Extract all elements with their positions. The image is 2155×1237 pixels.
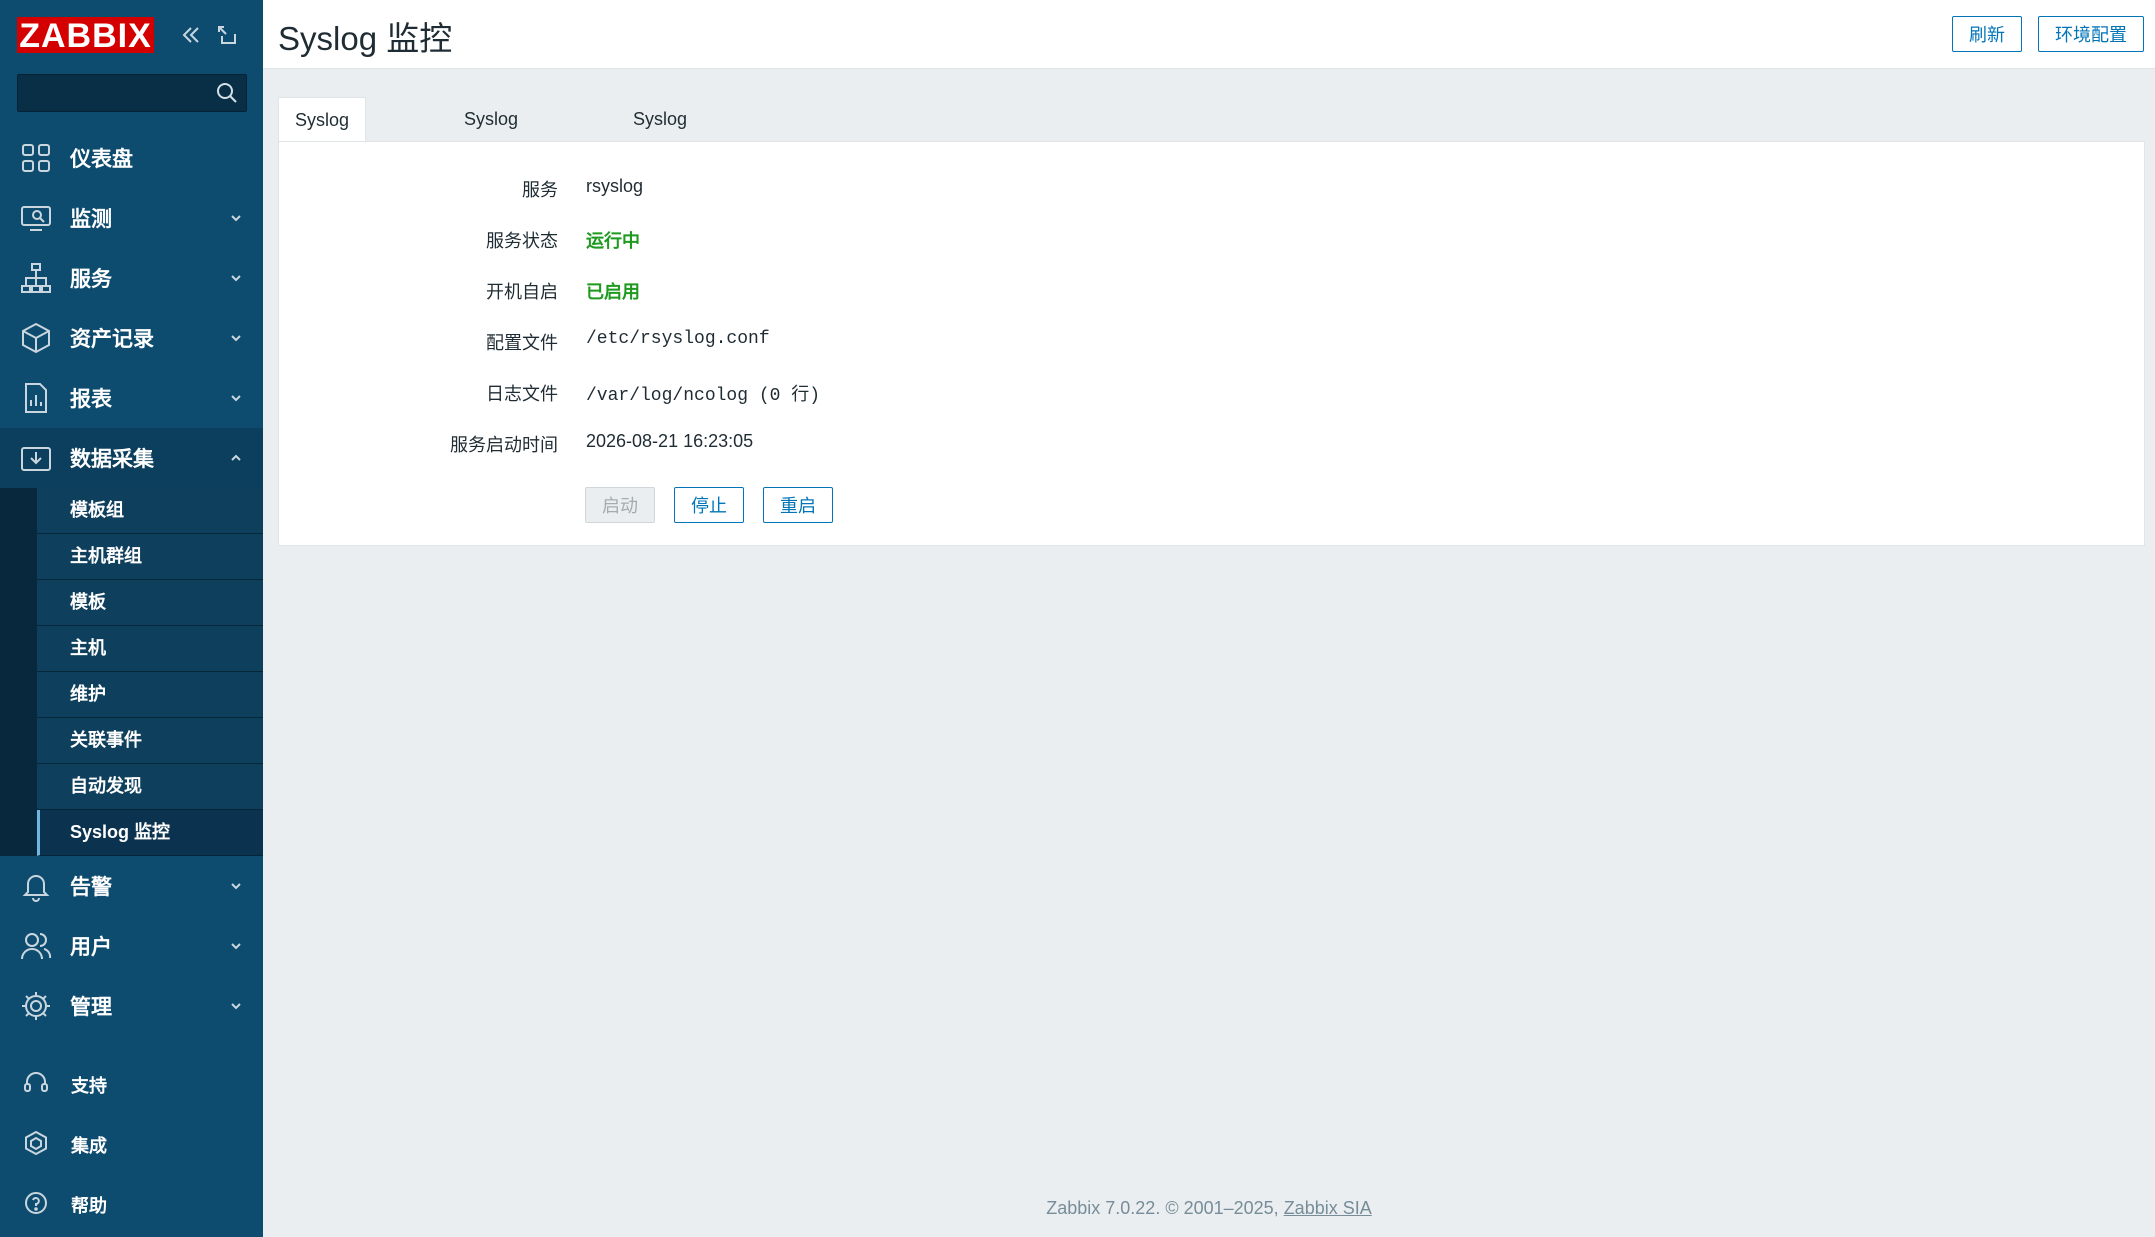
chevron-down-icon [229, 271, 243, 285]
menu-label: 监测 [70, 208, 112, 231]
field-label: 服务 [522, 180, 558, 200]
reports-icon [20, 382, 52, 414]
row-service: 服务 rsyslog [279, 176, 2144, 206]
chevron-down-icon [229, 331, 243, 345]
monitoring-icon [20, 202, 52, 234]
zabbix-sia-link[interactable]: Zabbix SIA [1284, 1198, 1372, 1218]
menu-item-monitoring[interactable]: 监测 [0, 188, 263, 248]
start-time-value: 2026-08-21 16:23:05 [586, 431, 754, 451]
menu-item-alerts[interactable]: 告警 [0, 856, 263, 916]
field-label: 服务启动时间 [450, 435, 558, 455]
headset-icon [22, 1069, 50, 1097]
service-name-value: rsyslog [586, 176, 644, 196]
help-icon [22, 1189, 50, 1217]
menu-item-help[interactable]: 帮助 [0, 1173, 263, 1233]
menu-item-reports[interactable]: 报表 [0, 368, 263, 428]
submenu-item-hosts[interactable]: 主机 [37, 626, 263, 672]
field-label: 日志文件 [486, 384, 558, 404]
submenu-item-template-groups[interactable]: 模板组 [37, 488, 263, 534]
stop-button[interactable]: 停止 [674, 487, 744, 523]
row-service-status: 服务状态 运行中 [279, 227, 2144, 257]
footer-copyright: Zabbix 7.0.22. © 2001–2025, [1046, 1198, 1284, 1218]
field-label: 服务状态 [486, 231, 558, 251]
sidebar: ZABBIX 仪表盘 监测 服务 资产记录 报表 数据采集 模板组 主机群组 模… [0, 0, 263, 1237]
services-icon [20, 262, 52, 294]
log-file-value: /var/log/ncolog (0 行) [586, 386, 821, 406]
menu-item-administration[interactable]: 管理 [0, 976, 263, 1036]
data-collection-submenu: 模板组 主机群组 模板 主机 维护 关联事件 自动发现 Syslog 监控 [0, 488, 263, 856]
chevron-up-icon [229, 451, 243, 465]
menu-label: 帮助 [71, 1196, 107, 1216]
bell-icon [20, 870, 52, 902]
menu-label: 管理 [70, 996, 112, 1019]
menu-item-integrations[interactable]: 集成 [0, 1113, 263, 1173]
menu-label: 服务 [70, 268, 112, 291]
data-collection-icon [20, 442, 52, 474]
row-autostart: 开机自启 已启用 [279, 278, 2144, 308]
submenu-item-discovery[interactable]: 自动发现 [37, 764, 263, 810]
inventory-icon [20, 322, 52, 354]
chevron-down-icon [229, 211, 243, 225]
menu-label: 报表 [70, 388, 112, 411]
tab-syslog-forward[interactable]: Syslog 转发服务 [448, 97, 534, 217]
chevron-down-icon [229, 939, 243, 953]
restart-button[interactable]: 重启 [763, 487, 833, 523]
search-field [17, 74, 247, 112]
chevron-down-icon [229, 999, 243, 1013]
autostart-value: 已启用 [586, 282, 640, 302]
service-details-panel: 服务 rsyslog 服务状态 运行中 开机自启 已启用 配置文件 /etc/r… [278, 141, 2145, 546]
menu-label: 用户 [70, 936, 112, 959]
row-log-file: 日志文件 /var/log/ncolog (0 行) [279, 380, 2144, 410]
bottom-menu: 支持 集成 帮助 [0, 1053, 263, 1233]
menu-label: 资产记录 [70, 328, 154, 351]
compact-view-icon[interactable] [214, 22, 240, 48]
menu-item-dashboard[interactable]: 仪表盘 [0, 128, 263, 188]
environment-config-button[interactable]: 环境配置 [2038, 16, 2144, 52]
chevron-down-icon [229, 391, 243, 405]
page-header: Syslog 监控 刷新 环境配置 [263, 0, 2155, 69]
integrations-icon [22, 1129, 50, 1157]
gear-icon [20, 990, 52, 1022]
footer: Zabbix 7.0.22. © 2001–2025, Zabbix SIA [263, 1198, 2155, 1219]
submenu-item-templates[interactable]: 模板 [37, 580, 263, 626]
chevron-down-icon [229, 879, 243, 893]
dashboard-icon [20, 142, 52, 174]
submenu-item-maintenance[interactable]: 维护 [37, 672, 263, 718]
menu-label: 集成 [71, 1136, 107, 1156]
menu-item-users[interactable]: 用户 [0, 916, 263, 976]
menu-item-support[interactable]: 支持 [0, 1053, 263, 1113]
field-label: 配置文件 [486, 333, 558, 353]
row-start-time: 服务启动时间 2026-08-21 16:23:05 [279, 431, 2144, 461]
service-status-value: 运行中 [586, 231, 640, 251]
start-button[interactable]: 启动 [585, 487, 655, 523]
tab-syslog-archive[interactable]: Syslog 归档服务 [617, 97, 703, 217]
menu-item-services[interactable]: 服务 [0, 248, 263, 308]
menu-label: 告警 [70, 876, 112, 899]
users-icon [20, 930, 52, 962]
field-label: 开机自启 [486, 282, 558, 302]
page-title: Syslog 监控 [278, 20, 453, 57]
search-icon[interactable] [214, 80, 240, 106]
zabbix-logo[interactable]: ZABBIX [17, 17, 154, 55]
main-menu: 仪表盘 监测 服务 资产记录 报表 数据采集 模板组 主机群组 模板 主机 维护… [0, 128, 263, 1036]
submenu-item-syslog-monitoring[interactable]: Syslog 监控 [37, 810, 263, 856]
collapse-sidebar-icon[interactable] [178, 22, 204, 48]
submenu-item-event-correlation[interactable]: 关联事件 [37, 718, 263, 764]
config-file-value: /etc/rsyslog.conf [586, 329, 770, 349]
search-input[interactable] [18, 75, 218, 109]
refresh-button[interactable]: 刷新 [1952, 16, 2022, 52]
row-config-file: 配置文件 /etc/rsyslog.conf [279, 329, 2144, 359]
tab-syslog-receive[interactable]: Syslog 接收服务 [278, 97, 367, 218]
submenu-item-host-groups[interactable]: 主机群组 [37, 534, 263, 580]
menu-item-data-collection[interactable]: 数据采集 [0, 428, 263, 488]
menu-item-inventory[interactable]: 资产记录 [0, 308, 263, 368]
menu-label: 支持 [71, 1076, 107, 1096]
menu-label: 数据采集 [70, 448, 154, 471]
menu-label: 仪表盘 [70, 148, 133, 171]
